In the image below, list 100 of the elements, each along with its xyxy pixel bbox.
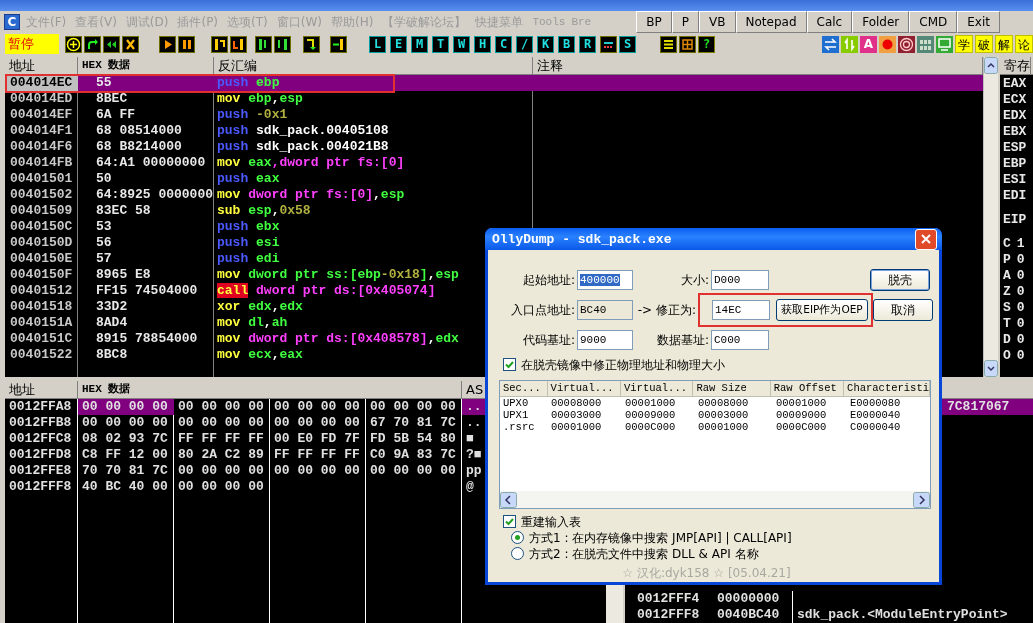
dots-icon[interactable]: [600, 35, 617, 53]
table-cell-text: 00001000: [775, 397, 828, 409]
checkbox[interactable]: [503, 515, 516, 528]
toolbar-button[interactable]: P: [671, 11, 700, 33]
toolbar-button[interactable]: BP: [636, 11, 672, 33]
table-cell-text: 00003000: [697, 409, 750, 421]
target-icon[interactable]: [898, 35, 915, 53]
toolbar-button[interactable]: L: [369, 35, 386, 53]
get-eip-button[interactable]: 获取EIP作为OEP: [776, 299, 868, 321]
toolbar-button[interactable]: CMD: [909, 11, 958, 33]
hex-cell-text: 40 BC 40 00: [81, 479, 169, 495]
open-icon[interactable]: [65, 35, 82, 53]
disassembly-cell-text: push ebx: [216, 219, 280, 235]
hex-cell-text: 00 00 00 00: [273, 399, 361, 415]
toolbar-button[interactable]: W: [453, 35, 470, 53]
return-icon[interactable]: [303, 35, 320, 53]
table-cell-text: 00008000: [550, 397, 603, 409]
disassembly-cell-text: mov ecx,eax: [216, 347, 303, 363]
rewind-icon[interactable]: [103, 35, 120, 53]
hex-cell-text: 80 2A C2 89: [177, 447, 265, 463]
toolbar-button[interactable]: Folder: [852, 11, 910, 33]
input-field[interactable]: 9000: [577, 330, 633, 350]
toolbar-button[interactable]: S: [619, 35, 636, 53]
step-icon[interactable]: [211, 35, 228, 53]
dump-button[interactable]: 脱壳: [870, 269, 930, 291]
list-icon[interactable]: [660, 35, 677, 53]
disassembly-cell-text: push ebp: [216, 75, 280, 91]
toolbar-button[interactable]: C: [495, 35, 512, 53]
close-button[interactable]: [915, 228, 937, 250]
step-icon[interactable]: [230, 35, 247, 53]
toolbar-button[interactable]: Notepad: [735, 11, 807, 33]
toolbar-button[interactable]: M: [411, 35, 428, 53]
flag-name: A: [1003, 268, 1011, 284]
register-name: EDX: [1002, 108, 1028, 124]
scrollbar[interactable]: [500, 491, 930, 508]
column-header[interactable]: Characteristi: [844, 381, 930, 396]
trace-icon[interactable]: [255, 35, 272, 53]
field-label: 入口点地址:: [509, 302, 576, 319]
a-button[interactable]: A: [860, 35, 877, 53]
toolbar-button[interactable]: 破: [975, 35, 993, 53]
toolbar-button[interactable]: B: [558, 35, 575, 53]
toolbar-button[interactable]: /: [516, 35, 533, 53]
toolbar-button[interactable]: H: [474, 35, 491, 53]
disassembly-cell-text: push sdk_pack.004021B8: [216, 139, 389, 155]
chip-icon[interactable]: [917, 35, 934, 53]
toolbar-button[interactable]: 学: [955, 35, 973, 53]
trace-icon[interactable]: [274, 35, 291, 53]
toolbar-button[interactable]: E: [390, 35, 407, 53]
address-cell-text: 0012FFB8: [8, 415, 73, 431]
radio-button[interactable]: [511, 547, 524, 560]
scrollbar[interactable]: [983, 57, 998, 377]
grid-icon[interactable]: [679, 35, 696, 53]
disassembly-cell-text: push eax: [216, 171, 280, 187]
column-header: 地址: [5, 57, 78, 74]
column-header[interactable]: Sec...: [500, 381, 548, 396]
column-header[interactable]: Virtual...: [547, 381, 621, 396]
hex-cell-text: 8965 E8: [95, 267, 152, 283]
hex-cell-text: 08 02 93 7C: [81, 431, 169, 447]
column-header[interactable]: Raw Offset: [770, 381, 845, 396]
cancel-button[interactable]: 取消: [873, 299, 933, 321]
input-field[interactable]: C000: [711, 330, 769, 350]
goto-icon[interactable]: [330, 35, 347, 53]
dialog-title: OllyDump - sdk_pack.exe: [492, 231, 673, 247]
hex-cell-text: 00 00 00 00: [81, 415, 169, 431]
address-cell-text: 0012FFC8: [8, 431, 73, 447]
flag-name: S: [1003, 300, 1011, 316]
disassembly-cell-text: push sdk_pack.00405108: [216, 123, 389, 139]
hex-cell-text: 00 00 00 00: [369, 463, 457, 479]
pause-icon[interactable]: [178, 35, 195, 53]
help-button[interactable]: ?: [698, 35, 715, 53]
table-cell-text: 00001000: [624, 397, 677, 409]
hex-cell-text: 8BEC: [95, 91, 129, 107]
app-icon[interactable]: C: [4, 14, 20, 30]
close-icon: [920, 233, 932, 245]
table-cell-text: C0000040: [849, 421, 902, 433]
column-header[interactable]: Raw Size: [693, 381, 771, 396]
column-header[interactable]: Virtual...: [621, 381, 694, 396]
hex-cell-text: FF15 74504000: [95, 283, 199, 299]
play-icon[interactable]: [159, 35, 176, 53]
flag-value: 0: [1016, 332, 1025, 348]
radio-button[interactable]: [511, 531, 524, 544]
close-icon[interactable]: [122, 35, 139, 53]
input-field[interactable]: 400000: [577, 270, 633, 290]
input-field[interactable]: 14EC: [712, 300, 770, 320]
toolbar-button[interactable]: 解: [995, 35, 1013, 53]
toolbar-button[interactable]: Exit: [957, 11, 1000, 33]
checkbox[interactable]: [503, 358, 516, 371]
toolbar-button[interactable]: Calc: [806, 11, 853, 33]
disassembly-cell-text: xor edx,edx: [216, 299, 303, 315]
toolbar-button[interactable]: 论: [1015, 35, 1033, 53]
toolbar-button[interactable]: R: [579, 35, 596, 53]
swap-icon[interactable]: [822, 35, 839, 53]
toolbar-button[interactable]: K: [537, 35, 554, 53]
address-cell-text: 0012FFF8: [636, 607, 701, 623]
record-icon[interactable]: [879, 35, 896, 53]
disassembly-cell-text: mov dword ptr fs:[0],esp: [216, 187, 405, 203]
disassembly-cell-text: mov dword ptr ds:[0x408578],edx: [216, 331, 459, 347]
toolbar-button[interactable]: T: [432, 35, 449, 53]
toolbar-button[interactable]: VB: [699, 11, 736, 33]
input-field[interactable]: D000: [711, 270, 769, 290]
